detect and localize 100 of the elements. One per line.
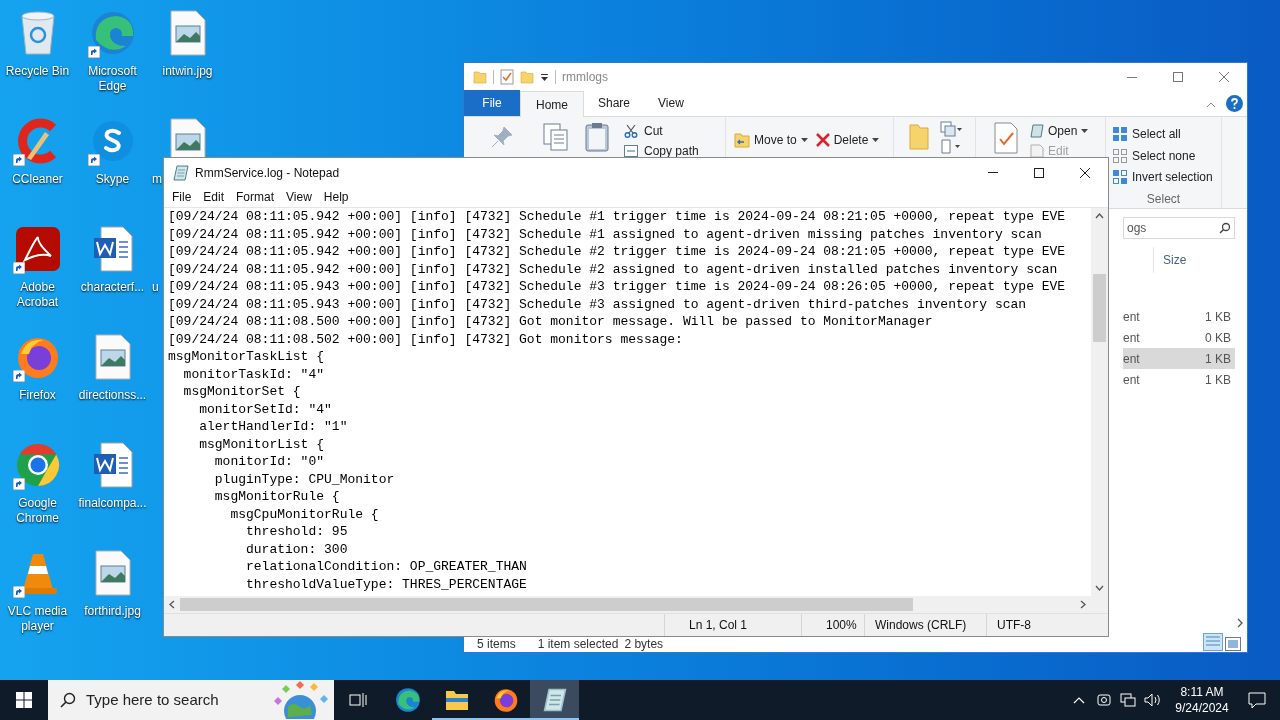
menu-item[interactable]: Edit <box>197 188 231 206</box>
dropdown-caret-icon <box>540 72 549 82</box>
help-icon[interactable] <box>1226 95 1243 112</box>
file-size-cell-text: 1 KB <box>1205 308 1231 326</box>
text-line: [09/24/24 08:11:05.943 +00:00] [info] [4732] Schedule #3 trigger time is 2024-09-24 08:26:05 +0000, repeat type EVE <box>168 278 1066 296</box>
search-icon <box>1219 222 1231 234</box>
invert-selection-icon <box>1112 169 1128 186</box>
select-option-button[interactable]: Invert selection <box>1112 166 1221 188</box>
column-header[interactable]: Size <box>1154 251 1187 269</box>
window-title: RmmService.log - Notepad <box>195 164 341 182</box>
minimize-icon <box>988 172 998 173</box>
file-size-cell-text: 1 KB <box>1205 350 1231 368</box>
delete-icon <box>815 133 830 147</box>
text-line: alertHandlerId: "1" <box>198 418 348 436</box>
file-row[interactable]: ent 1 KB <box>1123 306 1235 327</box>
text-line: msgMonitorRule { <box>213 488 340 506</box>
paste-icon[interactable] <box>584 122 610 152</box>
scissors-icon <box>624 124 638 138</box>
network-icon[interactable] <box>1120 692 1136 708</box>
search-field[interactable]: ogs <box>1123 217 1235 239</box>
scroll-thumb[interactable] <box>1093 274 1106 342</box>
new-item-icon[interactable] <box>940 121 962 137</box>
menu-item[interactable]: Format <box>230 188 281 206</box>
ribbon-tab[interactable]: Home <box>520 91 584 117</box>
scroll-right-icon <box>1080 600 1086 609</box>
select-option-button[interactable]: Select all <box>1112 123 1221 145</box>
scroll-right-icon[interactable] <box>1237 618 1243 628</box>
file-row[interactable]: ent 1 KB <box>1123 348 1235 369</box>
folder-icon <box>444 689 469 711</box>
file-row[interactable]: ent 0 KB <box>1123 327 1235 348</box>
taskbar-app-button[interactable] <box>530 680 579 720</box>
acrobat-icon <box>14 226 61 272</box>
delete-button[interactable]: Delete <box>815 131 880 149</box>
large-icons-view-icon[interactable] <box>1225 637 1241 651</box>
text-line: msgCpuMonitorRule { <box>229 505 379 523</box>
maximize-icon <box>1173 72 1183 82</box>
taskbar-search-field[interactable]: Type here to search <box>48 680 334 720</box>
text-line: msgMonitorTaskList { <box>168 348 325 366</box>
file-type-cell-text: ent <box>1123 308 1140 326</box>
text-line: [09/24/24 08:11:05.942 +00:00] [info] [4732] Schedule #2 assigned to agent-driven installed patches inventory scan <box>168 260 1058 278</box>
open-button[interactable]: Open <box>1030 122 1089 140</box>
text-line: msgMonitorList { <box>198 435 325 453</box>
text-line: duration: 300 <box>245 540 348 558</box>
firefox-icon <box>492 687 519 713</box>
window-title: rmmlogs <box>562 69 608 86</box>
move-folder-icon <box>734 132 750 148</box>
notepad-icon <box>542 688 567 712</box>
file-size-cell-text: 0 KB <box>1205 329 1231 347</box>
scroll-left-icon <box>169 600 175 609</box>
scroll-thumb[interactable] <box>180 598 913 611</box>
menu-item[interactable]: Help <box>317 188 355 206</box>
text-line: monitorSetId: "4" <box>198 400 332 418</box>
edge-icon <box>89 10 136 56</box>
properties-icon[interactable] <box>994 122 1018 154</box>
menu-item[interactable]: File <box>166 188 198 206</box>
item-count-text: 5 items <box>477 638 516 651</box>
selection-text: 1 item selected <box>537 638 619 651</box>
volume-icon[interactable] <box>1144 692 1162 708</box>
copy-path-button[interactable]: Copy path <box>624 142 699 160</box>
text-line: [09/24/24 08:11:05.943 +00:00] [info] [4732] Schedule #3 assigned to agent-driven third-patches inventory scan <box>168 295 1027 313</box>
task-view-icon <box>348 691 369 709</box>
cut-button[interactable]: Cut <box>624 122 699 140</box>
vertical-scrollbar[interactable] <box>1091 208 1108 596</box>
scroll-up-icon <box>1095 213 1104 219</box>
move-to-button[interactable]: Move to <box>734 131 808 149</box>
text-line: [09/24/24 08:11:08.500 +00:00] [info] [4732] Got monitor message. Will be passed to MonitorManager <box>168 313 933 331</box>
selection-size-text: 2 bytes <box>624 638 664 651</box>
text-line: [09/24/24 08:11:05.942 +00:00] [info] [4732] Schedule #2 trigger time is 2024-09-24 08:21:05 +0000, repeat type EVE <box>168 243 1066 261</box>
menu-item[interactable]: View <box>280 188 318 206</box>
text-line: monitorId: "0" <box>213 453 325 471</box>
select-none-icon <box>1112 147 1128 164</box>
collapse-ribbon-icon[interactable] <box>1206 102 1216 108</box>
search-icon <box>60 692 76 708</box>
chevron-up-icon[interactable] <box>1073 696 1085 704</box>
file-type-cell-text: ent <box>1123 371 1140 389</box>
text-line: msgMonitorSet { <box>182 383 301 401</box>
word-document-icon <box>92 226 133 272</box>
ribbon-tab[interactable]: View <box>644 90 698 116</box>
zoom-level-text: 100% <box>826 617 857 634</box>
text-line: [09/24/24 08:11:05.942 +00:00] [info] [4732] Schedule #1 assigned to agent-driven missing patches inventory scan <box>168 225 1042 243</box>
ribbon-tab[interactable]: Share <box>584 90 645 116</box>
close-icon <box>1219 72 1229 82</box>
notifications-icon[interactable] <box>1248 691 1266 709</box>
notepad-icon <box>1030 124 1044 138</box>
text-line: [09/24/24 08:11:08.502 +00:00] [info] [4732] Got monitors message: <box>168 330 683 348</box>
encoding-text: UTF-8 <box>997 617 1031 634</box>
clock[interactable]: 8:11 AM 9/24/2024 <box>1172 684 1232 716</box>
word-document-icon <box>92 442 133 488</box>
text-line: relationalCondition: OP_GREATER_THAN <box>245 558 527 576</box>
caret-icon <box>800 138 808 142</box>
minimize-icon <box>1127 76 1137 78</box>
select-option-button[interactable]: Select none <box>1112 144 1221 167</box>
text-line: monitorTaskId: "4" <box>182 365 325 383</box>
file-tab[interactable]: File <box>464 90 520 116</box>
folder-icon <box>520 69 534 85</box>
caret-icon <box>872 138 880 142</box>
edge-icon <box>394 687 421 713</box>
file-row[interactable]: ent 1 KB <box>1123 369 1235 390</box>
select-all-icon <box>1112 125 1128 142</box>
file-type-cell-text: ent <box>1123 329 1140 347</box>
